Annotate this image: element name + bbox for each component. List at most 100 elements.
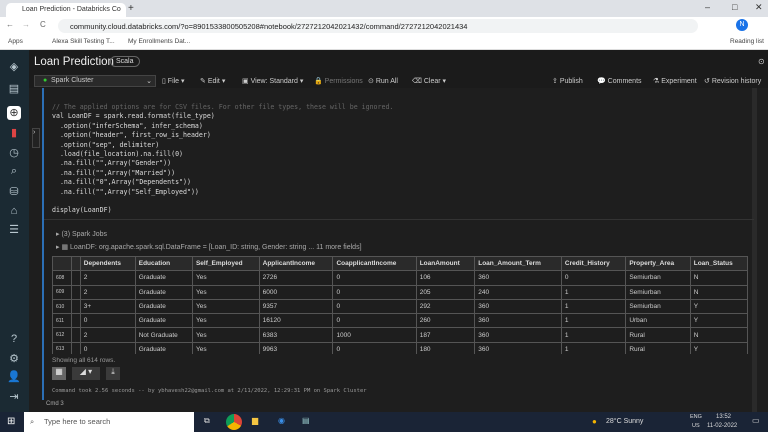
url-input[interactable]: community.cloud.databricks.com/?o=890153… — [58, 19, 698, 33]
help-sidebar-icon[interactable]: ? — [7, 333, 21, 347]
notebook-icon[interactable]: ▮ — [7, 126, 21, 140]
new-tab-icon[interactable]: + — [128, 3, 134, 14]
column-header[interactable]: CoapplicantIncome — [332, 256, 417, 272]
databricks-logo-icon[interactable]: ◈ — [7, 60, 21, 74]
table-row: 610 3+ Graduate Yes 9357 0 292 360 1 Semiurban Y — [52, 298, 748, 315]
column-header[interactable]: Dependents — [79, 256, 136, 272]
compute-icon[interactable]: ⌂ — [7, 205, 21, 219]
table-cell: 1 — [560, 327, 627, 343]
data-icon[interactable]: ⛁ — [7, 185, 21, 199]
table-row: 609 2 Graduate Yes 6000 0 205 240 1 Semiurban N — [52, 284, 748, 300]
column-header[interactable]: Loan_Amount_Term — [474, 256, 562, 272]
column-header[interactable]: LoanAmount — [415, 256, 476, 272]
table-cell: 2 — [79, 327, 136, 343]
column-header[interactable]: ApplicantIncome — [258, 256, 334, 272]
browser-tab-bar: Loan Prediction - Databricks Co + – □ ✕ — [0, 0, 768, 17]
scrollbar[interactable] — [752, 88, 757, 412]
results-table-container[interactable]: Dependents Education Self_Employed Applican… — [52, 256, 748, 354]
chrome-icon[interactable] — [226, 414, 242, 430]
table-cell: Y — [689, 313, 748, 329]
notebook-title[interactable]: Loan Prediction — [34, 56, 114, 68]
table-cell: Y — [689, 341, 748, 354]
help-icon[interactable]: ⊙ — [758, 57, 765, 66]
region-indicator[interactable]: US — [692, 423, 700, 429]
reload-icon[interactable]: C — [40, 20, 46, 29]
table-cell: Graduate — [134, 270, 193, 286]
cluster-select[interactable]: ● Spark Cluster ⌄ — [34, 75, 156, 87]
revision-history-button[interactable]: ↺ Revision history — [704, 77, 761, 85]
permissions-button[interactable]: 🔒 Permissions — [314, 77, 363, 85]
table-cell: Yes — [191, 284, 260, 300]
run-all-button[interactable]: ⊙ Run All — [368, 77, 398, 85]
profile-avatar[interactable]: N — [736, 19, 748, 31]
create-icon[interactable]: ⊕ — [7, 106, 21, 120]
code-line: .na.fill("",Array("Gender")) — [52, 159, 172, 168]
jobs-icon[interactable]: ☰ — [7, 223, 21, 237]
table-cell: 240 — [474, 284, 562, 300]
chart-view-button[interactable]: ◢ ▾ — [72, 367, 100, 380]
language-badge[interactable]: Scala — [110, 56, 140, 67]
search-icon[interactable]: ⌕ — [7, 165, 21, 179]
table-cell: Semiurban — [625, 298, 691, 315]
chevron-right-icon[interactable]: › — [32, 128, 40, 148]
download-button[interactable]: ⤓ — [106, 367, 120, 380]
column-header[interactable]: Self_Employed — [191, 256, 260, 272]
column-header[interactable]: Property_Area — [625, 256, 691, 272]
column-header[interactable]: Education — [134, 256, 193, 272]
bookmark-alexa[interactable]: Alexa Skill Testing T... — [52, 38, 115, 45]
task-view-icon[interactable]: ⧉ — [204, 416, 210, 426]
back-icon[interactable]: ← — [6, 20, 14, 29]
table-cell: 1 — [560, 298, 627, 315]
table-cell: N — [689, 284, 748, 300]
publish-button[interactable]: ⇪ Publish — [552, 77, 583, 85]
code-editor[interactable]: // The applied options are for CSV files… — [52, 103, 393, 216]
schema-toggle[interactable]: ▸ ▦ LoanDF: org.apache.spark.sql.DataFra… — [56, 243, 362, 251]
table-cell: 2 — [79, 270, 136, 286]
experiment-button[interactable]: ⚗ Experiment — [653, 77, 697, 85]
clear-button[interactable]: ⌫ Clear ▾ — [412, 77, 446, 85]
table-cell — [71, 270, 81, 286]
table-cell — [71, 284, 81, 300]
menu-file[interactable]: ▯ File ▾ — [162, 77, 185, 85]
column-header[interactable]: Credit_History — [560, 256, 627, 272]
reading-list[interactable]: Reading list — [730, 38, 764, 45]
table-view-button[interactable]: ▦ — [52, 367, 66, 380]
comments-button[interactable]: 💬 Comments — [597, 77, 642, 85]
bookmark-enrollments[interactable]: My Enrollments Dat... — [128, 38, 190, 45]
clock-time[interactable]: 13:52 — [716, 414, 731, 420]
language-indicator[interactable]: ENG — [690, 414, 702, 420]
table-cell: 1 — [560, 313, 627, 329]
bookmark-apps[interactable]: Apps — [8, 38, 23, 45]
column-header[interactable] — [71, 256, 81, 272]
maximize-icon[interactable]: □ — [732, 2, 737, 12]
close-icon[interactable]: ✕ — [755, 2, 763, 13]
column-header[interactable] — [52, 256, 73, 272]
browser-tab[interactable]: Loan Prediction - Databricks Co — [6, 3, 126, 17]
windows-start-icon[interactable]: ⊞ — [7, 416, 15, 427]
app-icon[interactable]: ◉ — [278, 416, 285, 425]
code-line: .load(file_location).na.fill(0) — [52, 150, 184, 159]
workspace-icon[interactable]: ▤ — [7, 82, 21, 96]
notifications-icon[interactable]: ▭ — [752, 416, 760, 425]
code-line: .option("sep", delimiter) — [52, 140, 160, 149]
taskbar-search-input[interactable]: ⌕ Type here to search — [24, 412, 194, 432]
user-icon[interactable]: 👤 — [7, 370, 21, 384]
settings-icon[interactable]: ⚙ — [7, 352, 21, 366]
weather-text[interactable]: 28°C Sunny — [606, 418, 643, 425]
minimize-icon[interactable]: – — [705, 2, 710, 12]
recents-icon[interactable]: ◷ — [7, 146, 21, 160]
cluster-status-icon: ● — [43, 77, 48, 84]
menu-view[interactable]: ▣ View: Standard ▾ — [242, 77, 303, 85]
table-cell: 608 — [52, 270, 73, 286]
code-line: .na.fill("",Array("Self_Employed")) — [52, 187, 199, 196]
notepad-icon[interactable]: ▤ — [302, 416, 310, 425]
spark-jobs-toggle[interactable]: ▸ (3) Spark Jobs — [56, 230, 107, 238]
expand-sidebar-icon[interactable]: ⇥ — [7, 390, 21, 404]
table-cell: 260 — [415, 313, 476, 329]
column-header[interactable]: Loan_Status — [689, 256, 748, 272]
file-explorer-icon[interactable]: ▆ — [252, 416, 258, 425]
forward-icon[interactable]: → — [22, 20, 30, 29]
table-cell: 0 — [332, 284, 417, 300]
menu-edit[interactable]: ✎ Edit ▾ — [200, 77, 225, 85]
clock-date[interactable]: 11-02-2022 — [707, 423, 737, 429]
